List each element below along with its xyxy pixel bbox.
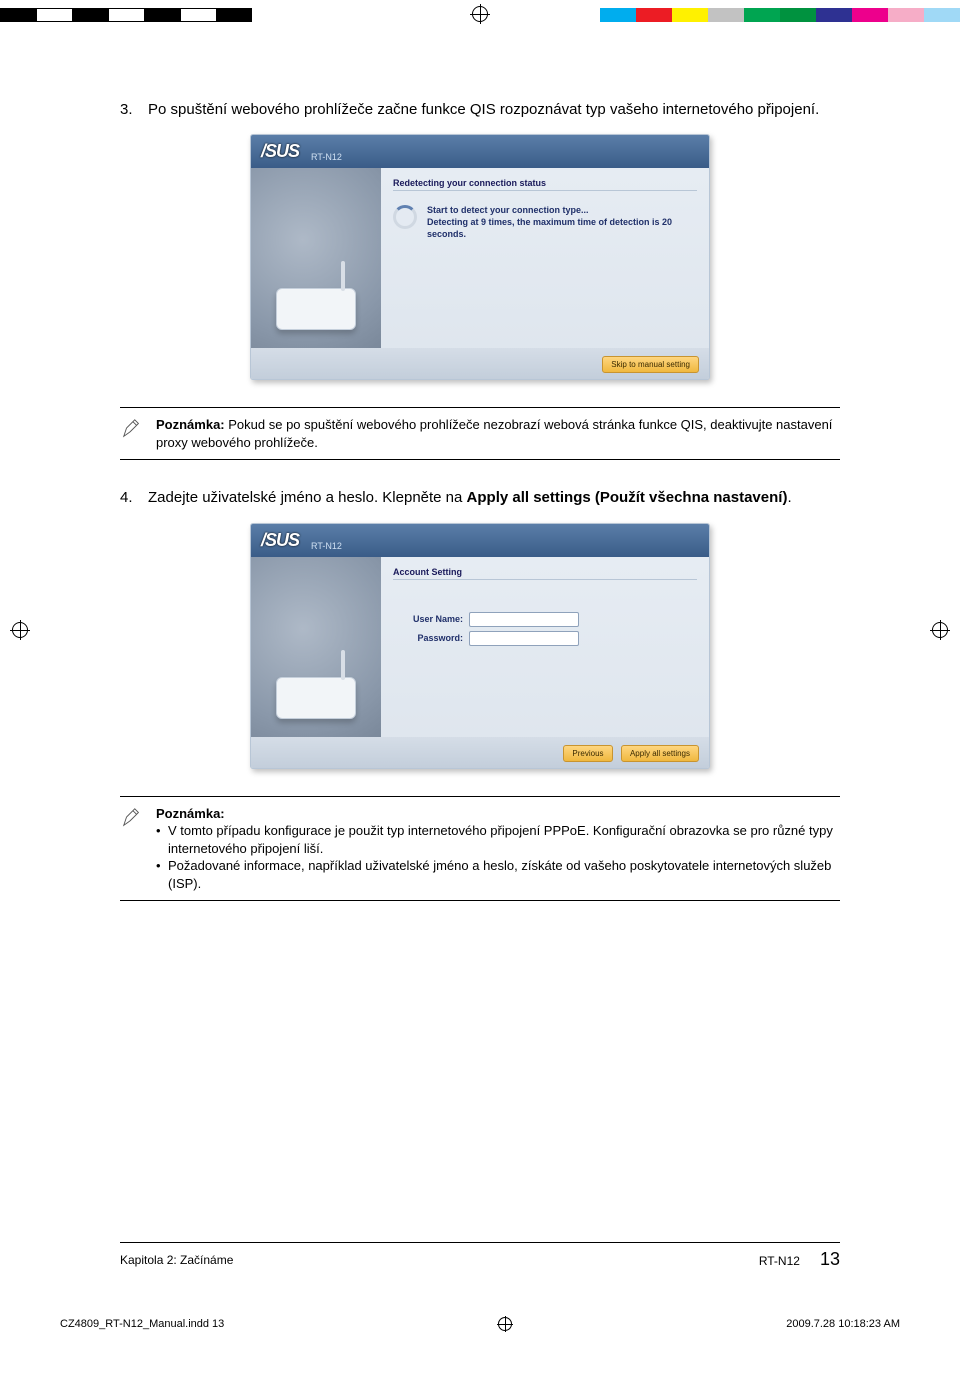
screenshot-sidebar-image <box>251 557 381 737</box>
username-row: User Name: <box>393 612 697 627</box>
password-label: Password: <box>393 633 463 643</box>
screenshot-redetecting: /SUS RT-N12 Redetecting your connection … <box>250 134 710 380</box>
note-icon <box>120 416 144 451</box>
step-number: 4. <box>120 488 140 508</box>
apply-all-settings-button[interactable]: Apply all settings <box>621 745 699 762</box>
spinner-icon <box>393 205 417 229</box>
asus-logo: /SUS <box>261 530 299 551</box>
note-label: Poznámka: <box>156 806 225 821</box>
router-illustration <box>276 677 356 719</box>
footer-chapter: Kapitola 2: Začínáme <box>120 1253 233 1267</box>
note-text: Poznámka: Pokud se po spuštění webového … <box>156 417 832 450</box>
step-number: 3. <box>120 100 140 120</box>
detect-status-text: Start to detect your connection type... … <box>427 205 697 240</box>
page-number: 13 <box>820 1249 840 1269</box>
note-1: Poznámka: Pokud se po spuštění webového … <box>120 407 840 460</box>
note-list: V tomto případu konfigurace je použit ty… <box>156 822 840 892</box>
page-footer: Kapitola 2: Začínáme RT-N12 13 <box>120 1242 840 1270</box>
note-list-item: Požadované informace, například uživatel… <box>156 857 840 892</box>
note-2: Poznámka: V tomto případu konfigurace je… <box>120 796 840 902</box>
step-text: Po spuštění webového prohlížeče začne fu… <box>148 100 840 120</box>
skip-manual-button[interactable]: Skip to manual setting <box>602 356 699 373</box>
screenshot-header: /SUS RT-N12 <box>251 524 709 557</box>
footer-model: RT-N12 <box>759 1254 800 1268</box>
note-list-item: V tomto případu konfigurace je použit ty… <box>156 822 840 857</box>
screenshot-header: /SUS RT-N12 <box>251 135 709 168</box>
username-input[interactable] <box>469 612 579 627</box>
note-icon <box>120 805 144 893</box>
step-4: 4. Zadejte uživatelské jméno a heslo. Kl… <box>120 488 840 508</box>
password-row: Password: <box>393 631 697 646</box>
registration-mark-bottom <box>497 1316 513 1332</box>
section-title: Redetecting your connection status <box>393 178 697 191</box>
indesign-slug: CZ4809_RT-N12_Manual.indd 13 2009.7.28 1… <box>60 1316 900 1332</box>
screenshot-sidebar-image <box>251 168 381 348</box>
password-input[interactable] <box>469 631 579 646</box>
indd-timestamp: 2009.7.28 10:18:23 AM <box>786 1318 900 1330</box>
indd-filename: CZ4809_RT-N12_Manual.indd 13 <box>60 1318 224 1330</box>
screenshot-account-setting: /SUS RT-N12 Account Setting User Name: P… <box>250 523 710 769</box>
step-3: 3. Po spuštění webového prohlížeče začne… <box>120 100 840 120</box>
model-label: RT-N12 <box>311 152 342 162</box>
model-label: RT-N12 <box>311 541 342 551</box>
username-label: User Name: <box>393 614 463 624</box>
section-title: Account Setting <box>393 567 697 580</box>
step-text: Zadejte uživatelské jméno a heslo. Klepn… <box>148 488 840 508</box>
previous-button[interactable]: Previous <box>563 745 612 762</box>
router-illustration <box>276 288 356 330</box>
asus-logo: /SUS <box>261 141 299 162</box>
